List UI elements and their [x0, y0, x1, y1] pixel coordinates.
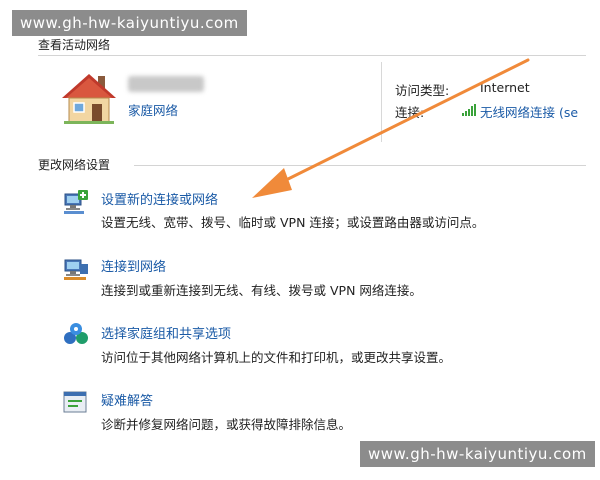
network-name-redacted [128, 76, 204, 92]
connect-to-network-link[interactable]: 连接到网络 [101, 256, 166, 275]
setup-new-connection-link[interactable]: 设置新的连接或网络 [101, 189, 218, 208]
wireless-connection-link[interactable]: 无线网络连接 (se [480, 102, 578, 121]
home-network-icon [62, 74, 116, 124]
troubleshoot-icon [63, 391, 87, 413]
home-network-link[interactable]: 家庭网络 [128, 100, 178, 119]
troubleshoot-desc: 诊断并修复网络问题，或获得故障排除信息。 [101, 417, 352, 432]
setup-new-connection-desc: 设置无线、宽带、拨号、临时或 VPN 连接；或设置路由器或访问点。 [101, 215, 485, 230]
troubleshoot-link[interactable]: 疑难解答 [101, 390, 153, 409]
wifi-signal-icon [462, 104, 476, 116]
connection-label: 连接: [395, 105, 425, 120]
homegroup-sharing-link[interactable]: 选择家庭组和共享选项 [101, 323, 231, 342]
watermark-bottom: www.gh-hw-kaiyuntiyu.com [360, 441, 595, 467]
vertical-separator [381, 62, 382, 142]
new-connection-icon [64, 190, 88, 214]
access-type-label: 访问类型: [395, 83, 450, 98]
section-title-active-networks: 查看活动网络 [38, 38, 111, 52]
section-divider [38, 55, 586, 56]
access-type-value: Internet [480, 80, 530, 95]
homegroup-icon [64, 323, 88, 344]
section-divider [134, 165, 586, 166]
connect-network-icon [64, 259, 88, 280]
homegroup-sharing-desc: 访问位于其他网络计算机上的文件和打印机，或更改共享设置。 [101, 350, 452, 365]
watermark-top: www.gh-hw-kaiyuntiyu.com [12, 10, 247, 36]
section-title-change-settings: 更改网络设置 [38, 158, 111, 172]
connect-to-network-desc: 连接到或重新连接到无线、有线、拨号或 VPN 网络连接。 [101, 283, 422, 298]
